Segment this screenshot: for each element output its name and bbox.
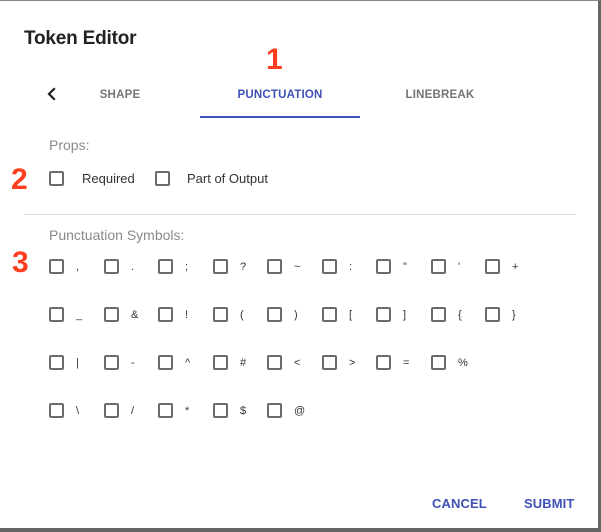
symbol-checkbox[interactable]	[485, 307, 500, 322]
symbol-checkbox[interactable]	[104, 355, 119, 370]
submit-button[interactable]: SUBMIT	[524, 496, 574, 511]
tab-linebreak[interactable]: LINEBREAK	[380, 79, 500, 119]
symbol-label: ~	[294, 261, 301, 273]
part-of-output-checkbox[interactable]	[155, 171, 170, 186]
symbol-checkbox[interactable]	[104, 259, 119, 274]
symbol-checkbox[interactable]	[267, 259, 282, 274]
punctuation-section-label: Punctuation Symbols:	[49, 227, 185, 243]
symbol-label: #	[240, 357, 247, 369]
symbol-label: ;	[185, 261, 189, 273]
cancel-button[interactable]: CANCEL	[432, 496, 487, 511]
symbol-label: %	[458, 357, 468, 369]
symbol-checkbox[interactable]	[376, 259, 391, 274]
symbol-checkbox[interactable]	[49, 403, 64, 418]
tab-scroll-back-button[interactable]	[44, 83, 60, 105]
symbol-label: ,	[76, 261, 80, 273]
symbol-row: \ / * $ @	[49, 403, 589, 451]
symbol-checkbox[interactable]	[431, 355, 446, 370]
symbol-label: =	[403, 357, 410, 369]
symbol-checkbox[interactable]	[104, 307, 119, 322]
symbol-label: /	[131, 405, 135, 417]
symbol-label: \	[76, 405, 80, 417]
dialog-title: Token Editor	[24, 28, 137, 49]
symbol-label: !	[185, 309, 189, 321]
symbol-checkbox[interactable]	[322, 355, 337, 370]
symbol-label: )	[294, 309, 298, 321]
token-editor-dialog: Token Editor 1 2 3 SHAPE PUNCTUATION LIN…	[0, 0, 601, 532]
symbol-checkbox[interactable]	[213, 307, 228, 322]
symbol-label: '	[458, 261, 461, 273]
section-divider	[24, 214, 576, 215]
symbol-label: *	[185, 405, 190, 417]
symbol-checkbox[interactable]	[322, 307, 337, 322]
symbol-label: :	[349, 261, 353, 273]
symbol-label: $	[240, 405, 247, 417]
symbol-label: |	[76, 357, 79, 369]
symbol-checkbox[interactable]	[158, 355, 173, 370]
symbol-checkbox[interactable]	[267, 355, 282, 370]
symbol-checkbox[interactable]	[322, 259, 337, 274]
symbol-label: @	[294, 405, 306, 417]
symbol-checkbox[interactable]	[104, 403, 119, 418]
symbol-checkbox[interactable]	[158, 307, 173, 322]
symbol-label: .	[131, 261, 135, 273]
symbol-checkbox[interactable]	[158, 259, 173, 274]
symbol-label: ?	[240, 261, 247, 273]
symbol-row: | - ^ # < > =%	[49, 355, 589, 403]
symbol-label: _	[76, 309, 83, 321]
symbol-checkbox[interactable]	[267, 403, 282, 418]
symbol-label: (	[240, 309, 244, 321]
symbol-row: ,.;? ~: " ' +	[49, 259, 589, 307]
required-checkbox[interactable]	[49, 171, 64, 186]
symbol-checkbox[interactable]	[485, 259, 500, 274]
symbol-checkbox[interactable]	[431, 307, 446, 322]
annotation-marker-1: 1	[266, 43, 283, 76]
symbol-checkbox[interactable]	[213, 259, 228, 274]
symbol-label: ^	[185, 357, 191, 369]
symbol-label: +	[512, 261, 519, 273]
symbol-checkbox[interactable]	[376, 307, 391, 322]
symbol-checkbox[interactable]	[431, 259, 446, 274]
symbol-checkbox[interactable]	[267, 307, 282, 322]
tab-punctuation[interactable]: PUNCTUATION	[200, 79, 360, 119]
tab-bar: SHAPE PUNCTUATION LINEBREAK	[0, 79, 601, 119]
symbol-row: _ &! () [] {}	[49, 307, 589, 355]
symbol-checkbox[interactable]	[213, 403, 228, 418]
props-section-label: Props:	[49, 137, 90, 153]
symbol-checkbox[interactable]	[49, 259, 64, 274]
symbol-label: "	[403, 261, 407, 273]
annotation-marker-3: 3	[12, 246, 29, 279]
symbol-checkbox[interactable]	[213, 355, 228, 370]
symbol-checkbox[interactable]	[49, 307, 64, 322]
symbol-label: }	[512, 309, 516, 321]
annotation-marker-2: 2	[11, 163, 28, 196]
symbol-label: >	[349, 357, 356, 369]
tab-shape[interactable]: SHAPE	[60, 79, 180, 119]
symbol-label: ]	[403, 309, 407, 321]
symbol-label: [	[349, 309, 353, 321]
symbol-label: &	[131, 309, 139, 321]
symbol-checkbox[interactable]	[376, 355, 391, 370]
part-of-output-label[interactable]: Part of Output	[187, 171, 268, 187]
chevron-left-icon	[47, 87, 56, 101]
symbol-label: <	[294, 357, 301, 369]
required-label[interactable]: Required	[82, 171, 135, 187]
symbol-label: {	[458, 309, 462, 321]
symbol-label: -	[131, 357, 135, 369]
punctuation-symbol-grid: ,.;? ~: " ' + _ &! () [] {} | - ^ # < > =% \ / * $ @	[49, 259, 589, 451]
symbol-checkbox[interactable]	[49, 355, 64, 370]
symbol-checkbox[interactable]	[158, 403, 173, 418]
